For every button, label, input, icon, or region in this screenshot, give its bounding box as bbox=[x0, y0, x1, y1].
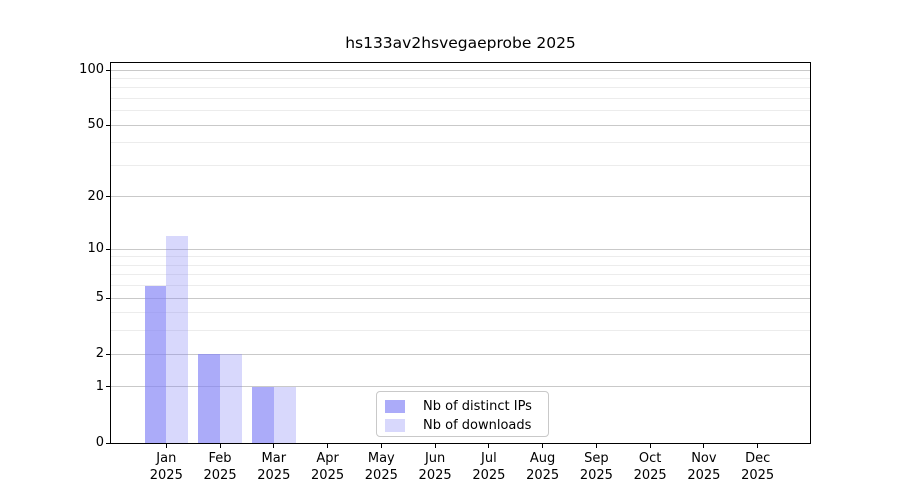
x-tick-month: Aug bbox=[512, 450, 574, 467]
x-tick-year: 2025 bbox=[350, 467, 412, 484]
x-tick-month: Jun bbox=[404, 450, 466, 467]
x-tick-month: May bbox=[350, 450, 412, 467]
plot-area bbox=[110, 62, 811, 444]
x-tick bbox=[220, 444, 221, 448]
x-tick-label: Jan2025 bbox=[135, 450, 197, 484]
x-tick-label: Mar2025 bbox=[243, 450, 305, 484]
x-tick-label: May2025 bbox=[350, 450, 412, 484]
gridline-minor bbox=[111, 98, 810, 99]
x-tick-year: 2025 bbox=[297, 467, 359, 484]
gridline-major bbox=[111, 70, 810, 71]
x-tick bbox=[596, 444, 597, 448]
x-tick bbox=[327, 444, 328, 448]
x-tick-year: 2025 bbox=[404, 467, 466, 484]
x-tick-label: Jun2025 bbox=[404, 450, 466, 484]
legend-label-distinct-ips: Nb of distinct IPs bbox=[423, 399, 532, 414]
x-tick bbox=[435, 444, 436, 448]
x-tick-label: Aug2025 bbox=[512, 450, 574, 484]
x-tick-month: Jul bbox=[458, 450, 520, 467]
x-tick-year: 2025 bbox=[727, 467, 789, 484]
y-tick-label: 100 bbox=[44, 61, 104, 79]
x-tick-month: Feb bbox=[189, 450, 251, 467]
x-tick-month: Oct bbox=[619, 450, 681, 467]
gridline-minor bbox=[111, 142, 810, 143]
x-tick-label: Apr2025 bbox=[297, 450, 359, 484]
x-tick bbox=[166, 444, 167, 448]
x-tick bbox=[488, 444, 489, 448]
x-tick-month: Sep bbox=[565, 450, 627, 467]
x-tick-year: 2025 bbox=[512, 467, 574, 484]
y-tick bbox=[106, 196, 110, 197]
gridline-minor bbox=[111, 330, 810, 331]
gridline-minor bbox=[111, 285, 810, 286]
y-tick bbox=[106, 298, 110, 299]
x-tick bbox=[703, 444, 704, 448]
x-tick-label: Dec2025 bbox=[727, 450, 789, 484]
bar-distinct-ips bbox=[198, 354, 220, 443]
x-tick-month: Dec bbox=[727, 450, 789, 467]
x-tick-year: 2025 bbox=[565, 467, 627, 484]
x-tick bbox=[542, 444, 543, 448]
y-tick bbox=[106, 443, 110, 444]
y-tick bbox=[106, 354, 110, 355]
x-tick-label: Oct2025 bbox=[619, 450, 681, 484]
x-tick bbox=[381, 444, 382, 448]
legend-entry-distinct-ips: Nb of distinct IPs bbox=[385, 398, 542, 415]
x-tick-month: Apr bbox=[297, 450, 359, 467]
chart-title: hs133av2hsvegaeprobe 2025 bbox=[110, 34, 811, 52]
x-tick-year: 2025 bbox=[619, 467, 681, 484]
y-tick-label: 10 bbox=[44, 240, 104, 258]
gridline-major bbox=[111, 196, 810, 197]
gridline-minor bbox=[111, 256, 810, 257]
x-tick-year: 2025 bbox=[243, 467, 305, 484]
gridline-major bbox=[111, 298, 810, 299]
y-tick-label: 50 bbox=[44, 116, 104, 134]
bar-distinct-ips bbox=[145, 286, 167, 443]
y-tick bbox=[106, 386, 110, 387]
y-tick-label: 5 bbox=[44, 289, 104, 307]
y-tick-label: 1 bbox=[44, 378, 104, 396]
y-tick bbox=[106, 70, 110, 71]
bar-downloads bbox=[166, 236, 188, 443]
legend-swatch-distinct-ips bbox=[385, 400, 405, 413]
x-tick-month: Jan bbox=[135, 450, 197, 467]
y-tick bbox=[106, 249, 110, 250]
y-tick-label: 0 bbox=[44, 434, 104, 452]
y-tick-label: 2 bbox=[44, 345, 104, 363]
x-tick bbox=[650, 444, 651, 448]
y-tick-label: 20 bbox=[44, 188, 104, 206]
bar-downloads bbox=[220, 354, 242, 443]
x-tick bbox=[273, 444, 274, 448]
x-tick-label: Nov2025 bbox=[673, 450, 735, 484]
gridline-major bbox=[111, 125, 810, 126]
gridline-minor bbox=[111, 87, 810, 88]
x-tick-label: Sep2025 bbox=[565, 450, 627, 484]
legend: Nb of distinct IPs Nb of downloads bbox=[376, 391, 549, 437]
gridline-minor bbox=[111, 274, 810, 275]
x-tick-month: Mar bbox=[243, 450, 305, 467]
x-tick-label: Jul2025 bbox=[458, 450, 520, 484]
bar-downloads bbox=[274, 387, 296, 443]
x-tick-month: Nov bbox=[673, 450, 735, 467]
bar-distinct-ips bbox=[252, 387, 274, 443]
x-tick-label: Feb2025 bbox=[189, 450, 251, 484]
x-tick-year: 2025 bbox=[189, 467, 251, 484]
y-tick bbox=[106, 125, 110, 126]
gridline-major bbox=[111, 249, 810, 250]
x-tick-year: 2025 bbox=[458, 467, 520, 484]
legend-swatch-downloads bbox=[385, 419, 405, 432]
gridline-minor bbox=[111, 265, 810, 266]
gridline-minor bbox=[111, 110, 810, 111]
legend-label-downloads: Nb of downloads bbox=[423, 418, 531, 433]
legend-entry-downloads: Nb of downloads bbox=[385, 417, 542, 434]
figure: hs133av2hsvegaeprobe 2025 1005020105210J… bbox=[0, 0, 900, 500]
x-tick-year: 2025 bbox=[673, 467, 735, 484]
gridline-minor bbox=[111, 165, 810, 166]
gridline-minor bbox=[111, 312, 810, 313]
x-tick bbox=[757, 444, 758, 448]
gridline-minor bbox=[111, 78, 810, 79]
x-tick-year: 2025 bbox=[135, 467, 197, 484]
